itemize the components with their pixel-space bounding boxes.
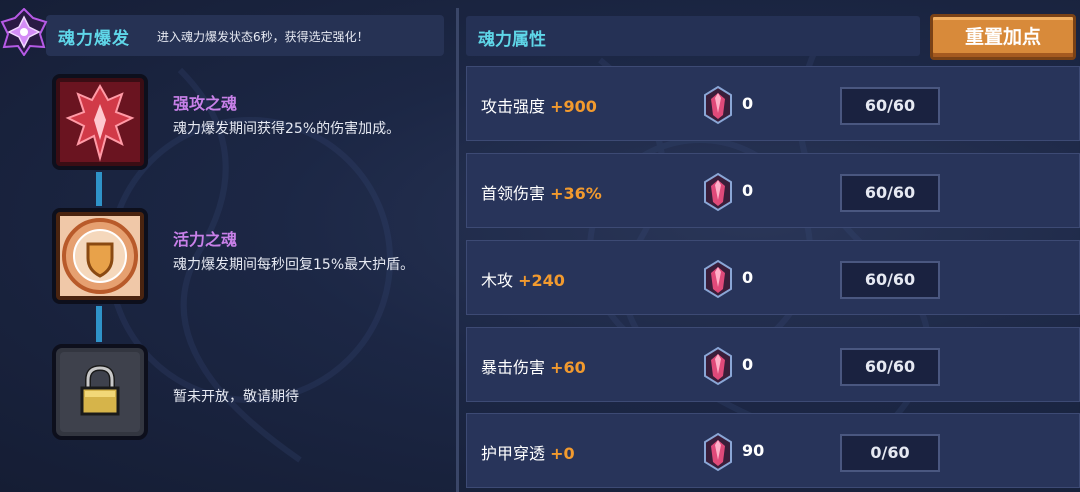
lock-icon[interactable] xyxy=(52,344,148,440)
skill-name: 强攻之魂 xyxy=(173,94,238,113)
attribute-level-box: 60/60 xyxy=(840,261,940,299)
attribute-row[interactable]: 护甲穿透 +0 90 0/60 xyxy=(466,413,1080,488)
reset-points-label: 重置加点 xyxy=(964,26,1041,48)
skill-connector xyxy=(96,172,102,206)
skill-connector xyxy=(96,306,102,342)
attribute-label: 暴击伤害 +60 xyxy=(481,354,586,378)
attribute-name: 护甲穿透 xyxy=(481,444,546,463)
attribute-points: 0 xyxy=(742,355,754,374)
attribute-bonus: +0 xyxy=(550,444,575,463)
attributes-title: 魂力属性 xyxy=(478,30,546,50)
skill-locked-text: 暂未开放，敬请期待 xyxy=(173,389,299,405)
attribute-bonus: +240 xyxy=(518,271,565,290)
attribute-name: 木攻 xyxy=(481,271,514,290)
red-attack-soul-icon[interactable] xyxy=(52,74,148,170)
attribute-level-box: 60/60 xyxy=(840,174,940,212)
attribute-points: 0 xyxy=(742,94,754,113)
attribute-level: 60/60 xyxy=(864,357,916,376)
skill-description: 魂力爆发期间每秒回复15%最大护盾。 xyxy=(173,257,415,273)
attribute-points: 0 xyxy=(742,181,754,200)
soul-burst-icon xyxy=(0,8,48,56)
attribute-level: 60/60 xyxy=(864,183,916,202)
attribute-row[interactable]: 木攻 +240 0 60/60 xyxy=(466,240,1080,315)
soul-gem-icon xyxy=(704,85,732,125)
attribute-level-box: 60/60 xyxy=(840,87,940,125)
reset-points-button[interactable]: 重置加点 xyxy=(930,14,1076,60)
attribute-name: 暴击伤害 xyxy=(481,358,546,377)
attribute-level: 60/60 xyxy=(864,96,916,115)
attribute-name: 首领伤害 xyxy=(481,184,546,203)
attribute-label: 首领伤害 +36% xyxy=(481,180,602,204)
attribute-level-box: 60/60 xyxy=(840,348,940,386)
attribute-level-box: 0/60 xyxy=(840,434,940,472)
attribute-row[interactable]: 攻击强度 +900 0 60/60 xyxy=(466,66,1080,141)
shield-soul-icon[interactable] xyxy=(52,208,148,304)
attribute-bonus: +60 xyxy=(550,358,586,377)
burst-description: 进入魂力爆发状态6秒，获得选定强化！ xyxy=(157,30,369,44)
skill-description: 魂力爆发期间获得25%的伤害加成。 xyxy=(173,121,401,137)
attribute-level: 0/60 xyxy=(870,443,910,462)
attribute-label: 攻击强度 +900 xyxy=(481,93,597,117)
attribute-row[interactable]: 首领伤害 +36% 0 60/60 xyxy=(466,153,1080,228)
attribute-bonus: +36% xyxy=(550,184,602,203)
attribute-label: 护甲穿透 +0 xyxy=(481,440,575,464)
burst-title: 魂力爆发 xyxy=(58,29,130,49)
attribute-points: 90 xyxy=(742,441,765,460)
soul-gem-icon xyxy=(704,172,732,212)
panel-divider xyxy=(456,8,459,492)
attribute-level: 60/60 xyxy=(864,270,916,289)
skill-name: 活力之魂 xyxy=(173,230,238,249)
attribute-bonus: +900 xyxy=(550,97,597,116)
attribute-label: 木攻 +240 xyxy=(481,267,565,291)
soul-gem-icon xyxy=(704,346,732,386)
attribute-name: 攻击强度 xyxy=(481,97,546,116)
attribute-row[interactable]: 暴击伤害 +60 0 60/60 xyxy=(466,327,1080,402)
soul-gem-icon xyxy=(704,259,732,299)
attribute-points: 0 xyxy=(742,268,754,287)
soul-gem-icon xyxy=(704,432,732,472)
